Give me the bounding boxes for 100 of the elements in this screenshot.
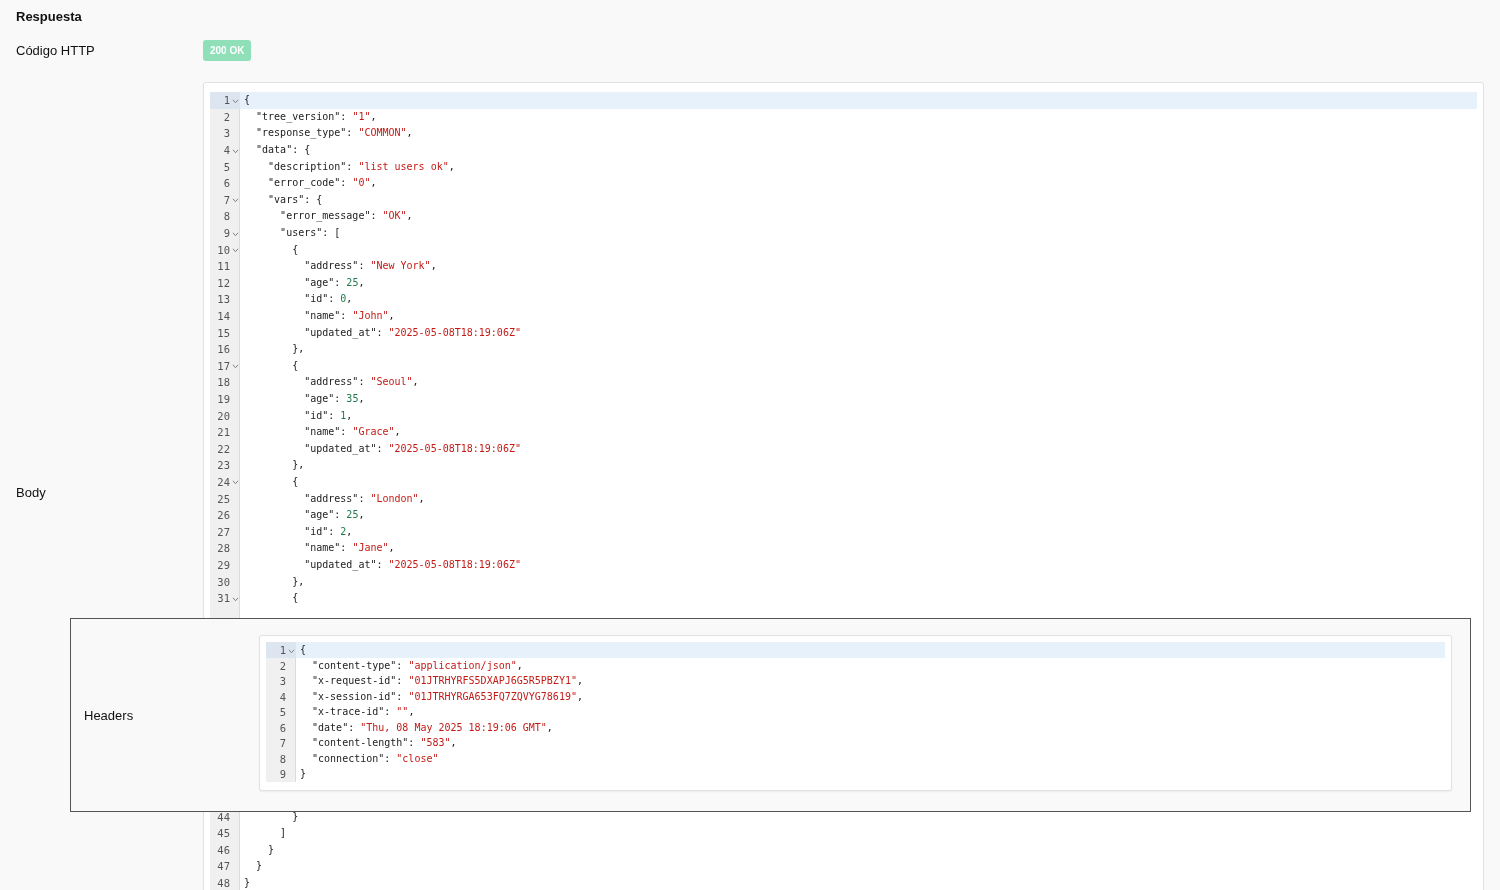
line-number: 5 bbox=[279, 706, 286, 718]
chevron-down-icon[interactable] bbox=[231, 596, 239, 602]
line-number: 13 bbox=[217, 293, 230, 306]
field-label: Body bbox=[16, 485, 46, 501]
line-number: 30 bbox=[217, 575, 230, 588]
line-number: 45 bbox=[217, 827, 230, 840]
code-line: "x-request-id": "01JTRHYRFS5DXAPJ6G5R5PBZY1", bbox=[311, 675, 583, 687]
code-line: "x-trace-id": "", bbox=[311, 706, 415, 718]
line-number: 1 bbox=[223, 94, 230, 107]
code-line: "name": "John", bbox=[303, 310, 395, 322]
line-number: 1 bbox=[279, 644, 286, 656]
code-line: "date": "Thu, 08 May 2025 18:19:06 GMT", bbox=[311, 721, 553, 734]
code-line: "error_message": "OK", bbox=[279, 210, 413, 223]
line-number: 46 bbox=[217, 843, 230, 856]
code-line: "age": 35, bbox=[303, 393, 365, 405]
line-number: 48 bbox=[217, 877, 230, 890]
code-line: { bbox=[291, 592, 299, 605]
code-line: } bbox=[243, 877, 251, 890]
code-line: } bbox=[291, 810, 299, 823]
line-number: 22 bbox=[217, 442, 230, 455]
code-line: "tree_version": "1", bbox=[255, 110, 377, 123]
code-line: "description": "list users ok", bbox=[267, 160, 455, 173]
line-number: 23 bbox=[217, 459, 230, 472]
line-number: 14 bbox=[217, 310, 230, 322]
line-number: 4 bbox=[279, 690, 286, 703]
code-line: { bbox=[291, 475, 299, 488]
line-number: 2 bbox=[223, 110, 230, 123]
line-number: 5 bbox=[223, 160, 230, 173]
code-line: "id": 1, bbox=[303, 409, 353, 422]
chevron-down-icon[interactable] bbox=[231, 364, 239, 370]
chevron-down-icon[interactable] bbox=[231, 148, 239, 154]
code-line: "address": "London", bbox=[303, 492, 425, 505]
chevron-down-icon[interactable] bbox=[287, 648, 295, 654]
line-number: 4 bbox=[223, 144, 230, 157]
code-line: "updated_at": "2025-05-08T18:19:06Z" bbox=[303, 442, 521, 455]
line-number: 3 bbox=[223, 127, 230, 140]
code-line: "updated_at": "2025-05-08T18:19:06Z" bbox=[303, 326, 521, 339]
code-line: "users": [ bbox=[279, 227, 341, 240]
code-line: }, bbox=[291, 459, 305, 472]
line-number: 7 bbox=[223, 193, 230, 206]
line-number: 44 bbox=[217, 810, 230, 823]
line-number: 25 bbox=[217, 492, 230, 505]
code-line: { bbox=[291, 359, 299, 372]
code-line: } bbox=[255, 860, 263, 873]
line-number: 8 bbox=[279, 752, 286, 765]
line-number: 10 bbox=[217, 243, 230, 256]
code-line: }, bbox=[291, 343, 305, 356]
line-number: 7 bbox=[279, 737, 286, 749]
line-number: 6 bbox=[223, 177, 230, 190]
code-line: "connection": "close" bbox=[311, 752, 439, 765]
code-line: "data": { bbox=[255, 144, 311, 157]
code-line: "age": 25, bbox=[303, 276, 365, 289]
code-line: "error_code": "0", bbox=[267, 177, 377, 190]
line-number: 31 bbox=[217, 592, 230, 605]
code-line: } bbox=[299, 768, 307, 780]
field-label: Código HTTP bbox=[16, 43, 96, 58]
line-number: 26 bbox=[217, 509, 230, 522]
code-line: "updated_at": "2025-05-08T18:19:06Z" bbox=[303, 558, 521, 571]
line-number: 2 bbox=[279, 659, 286, 672]
code-line: } bbox=[267, 843, 275, 856]
field-label: Headers bbox=[84, 708, 134, 723]
chevron-down-icon[interactable] bbox=[231, 231, 239, 237]
code-line: "address": "Seoul", bbox=[303, 376, 419, 389]
line-number: 21 bbox=[217, 426, 230, 439]
line-number: 8 bbox=[223, 210, 230, 223]
line-number: 19 bbox=[217, 393, 230, 405]
code-line: "id": 2, bbox=[303, 525, 353, 538]
line-number: 9 bbox=[223, 227, 230, 240]
line-number: 20 bbox=[217, 409, 230, 422]
status-badge: 200 OK bbox=[203, 40, 252, 61]
line-number: 27 bbox=[217, 525, 230, 538]
line-number: 29 bbox=[217, 558, 230, 571]
chevron-down-icon[interactable] bbox=[231, 98, 239, 104]
code-line: { bbox=[291, 243, 299, 256]
line-number: 6 bbox=[279, 721, 286, 734]
line-number: 17 bbox=[217, 359, 230, 372]
line-number: 47 bbox=[217, 860, 230, 873]
code-line: "vars": { bbox=[267, 193, 323, 206]
code-line: "name": "Grace", bbox=[303, 426, 401, 439]
code-line: }, bbox=[291, 575, 305, 588]
code-line: ] bbox=[279, 827, 287, 840]
code-line: { bbox=[243, 94, 251, 107]
chevron-down-icon[interactable] bbox=[231, 198, 239, 204]
code-line: "id": 0, bbox=[303, 293, 353, 306]
line-number: 9 bbox=[279, 768, 286, 780]
line-number: 15 bbox=[217, 326, 230, 339]
code-line: "address": "New York", bbox=[303, 260, 437, 273]
code-line: "x-session-id": "01JTRHYRGA653FQ7ZQVYG78619", bbox=[311, 690, 583, 703]
code-line: "content-length": "583", bbox=[311, 737, 457, 749]
line-number: 11 bbox=[217, 260, 230, 273]
line-number: 12 bbox=[217, 276, 230, 289]
code-line: { bbox=[299, 644, 307, 656]
code-line: "age": 25, bbox=[303, 509, 365, 522]
line-number: 28 bbox=[217, 542, 230, 555]
code-line: "content-type": "application/json", bbox=[311, 659, 523, 672]
chevron-down-icon[interactable] bbox=[231, 480, 239, 486]
line-number: 3 bbox=[279, 675, 286, 687]
line-number: 18 bbox=[217, 376, 230, 389]
code-line: "response_type": "COMMON", bbox=[255, 127, 413, 140]
chevron-down-icon[interactable] bbox=[231, 248, 239, 254]
